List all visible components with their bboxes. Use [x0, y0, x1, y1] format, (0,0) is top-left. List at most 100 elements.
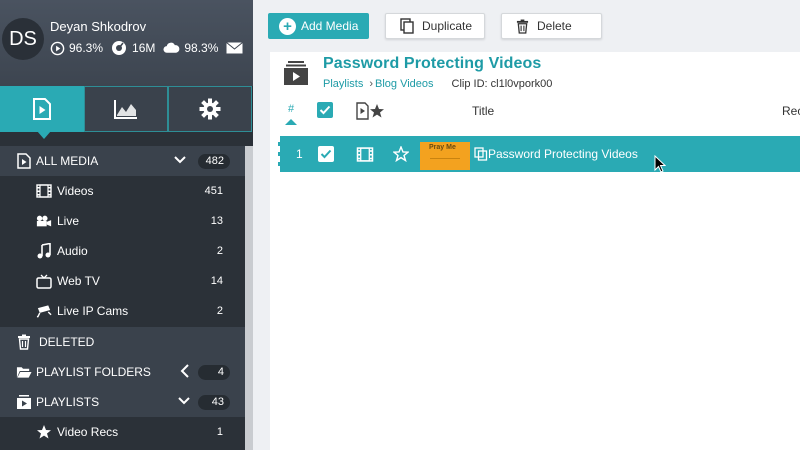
sidebar-scrollbar[interactable]: [245, 146, 253, 450]
menu-label: Live IP Cams: [57, 304, 129, 318]
count-label: 2: [216, 245, 223, 257]
tab-media[interactable]: [0, 86, 84, 139]
menu-videos[interactable]: Videos 451: [0, 176, 245, 206]
add-media-button[interactable]: + Add Media: [268, 13, 369, 39]
count-label: 13: [210, 215, 223, 227]
count-label: 1: [216, 426, 223, 438]
messages-button[interactable]: [226, 42, 247, 54]
delete-button[interactable]: Delete: [501, 13, 602, 39]
select-all-checkbox[interactable]: [317, 102, 333, 121]
tv-icon: [36, 273, 52, 289]
checkbox-checked-icon: [317, 102, 333, 118]
trash-icon: [516, 19, 529, 34]
music-note-icon: [36, 243, 52, 259]
video-thumbnail[interactable]: Pray Me: [420, 142, 470, 170]
scrollbar-thumb[interactable]: [245, 146, 253, 450]
menu-label: PLAYLISTS: [36, 395, 100, 409]
storage-stat: 98.3%: [163, 41, 218, 55]
star-icon: [36, 424, 52, 440]
copy-icon[interactable]: [474, 147, 488, 164]
menu-playlists[interactable]: PLAYLISTS 43: [0, 387, 245, 417]
thumbnail-line: [430, 158, 460, 159]
duplicate-label: Duplicate: [422, 19, 473, 33]
breadcrumb: Playlists › Blog Videos Clip ID: cl1l0vp…: [323, 78, 552, 90]
duplicate-button[interactable]: Duplicate: [385, 13, 485, 39]
plays-value: 96.3%: [69, 41, 104, 55]
menu-label: Live: [57, 214, 80, 228]
usage-stats: 96.3% 16M 98.3%: [50, 40, 255, 56]
count-label: 2: [216, 305, 223, 317]
menu-audio[interactable]: Audio 2: [0, 236, 245, 266]
menu-video-recs[interactable]: Video Recs 1: [0, 417, 245, 447]
row-title[interactable]: Password Protecting Videos: [488, 147, 638, 161]
rec-column-header[interactable]: Rec: [782, 104, 800, 118]
trash-icon: [16, 334, 32, 350]
film-strip-icon: [356, 147, 374, 165]
checkbox-checked-icon: [318, 146, 334, 162]
row-number: 1: [296, 147, 303, 161]
tab-analytics[interactable]: [84, 86, 168, 132]
film-strip-icon: [36, 183, 52, 199]
menu-all-media[interactable]: ALL MEDIA 482: [0, 146, 245, 176]
tab-settings[interactable]: [168, 86, 252, 132]
menu-playlist-folders[interactable]: PLAYLIST FOLDERS 4: [0, 357, 245, 387]
favorite-star-icon[interactable]: [392, 145, 410, 165]
media-file-icon: [33, 98, 51, 120]
count-label: 451: [204, 185, 223, 197]
delete-label: Delete: [537, 19, 572, 33]
menu-label: DELETED: [39, 335, 95, 349]
user-name: Deyan Shkodrov: [50, 19, 147, 34]
chevron-down-icon[interactable]: [178, 395, 190, 409]
storage-value: 98.3%: [184, 41, 219, 55]
table-row[interactable]: 1 Pray Me Password Protecting Videos: [278, 136, 800, 172]
sidebar: DS Deyan Shkodrov 96.3% 16M 98.3% ALL ME…: [0, 0, 253, 450]
add-media-label: Add Media: [301, 19, 359, 33]
media-type-column[interactable]: [356, 102, 384, 123]
table-header: # Title Rec: [278, 98, 800, 126]
playlist-title: Password Protecting Videos: [323, 55, 542, 72]
sidebar-tabs: [0, 86, 253, 139]
menu-label: Video Recs: [57, 425, 119, 439]
sort-number-column[interactable]: #: [284, 103, 298, 125]
playlist-icon: [16, 394, 32, 410]
title-column-header[interactable]: Title: [472, 104, 494, 118]
menu-live-ip-cams[interactable]: Live IP Cams 2: [0, 296, 245, 326]
security-camera-icon: [36, 303, 52, 319]
avatar[interactable]: DS: [2, 18, 44, 60]
bandwidth-stat: 16M: [111, 40, 155, 56]
menu-label: PLAYLIST FOLDERS: [36, 365, 151, 379]
breadcrumb-separator-icon: ›: [369, 78, 374, 90]
bandwidth-gauge-icon: [112, 41, 127, 55]
media-star-icon: [356, 102, 384, 120]
folder-open-icon: [16, 364, 32, 380]
copy-icon: [400, 18, 414, 34]
menu-live[interactable]: Live 13: [0, 206, 245, 236]
count-badge: 482: [198, 154, 230, 169]
menu-label: Videos: [57, 184, 94, 198]
count-label: 14: [210, 275, 223, 287]
breadcrumb-playlists[interactable]: Playlists: [323, 78, 363, 90]
plays-stat: 96.3%: [50, 41, 103, 56]
bandwidth-value: 16M: [132, 41, 156, 55]
count-badge: 43: [198, 395, 230, 410]
menu-deleted[interactable]: DELETED: [0, 327, 245, 357]
count-badge: 4: [198, 365, 230, 380]
clip-id: Clip ID: cl1l0vpork00: [451, 78, 553, 90]
cloud-icon: [163, 42, 180, 53]
row-checkbox[interactable]: [318, 146, 334, 165]
play-circle-icon: [50, 41, 65, 55]
thumbnail-text: Pray Me: [429, 144, 456, 151]
menu-label: ALL MEDIA: [36, 154, 99, 168]
playlist-panel: Password Protecting Videos Playlists › B…: [270, 52, 800, 450]
chevron-left-icon[interactable]: [180, 364, 190, 381]
plus-icon: +: [279, 17, 296, 35]
menu-web-tv[interactable]: Web TV 14: [0, 266, 245, 296]
chevron-down-icon[interactable]: [174, 154, 186, 168]
playlist-icon: [283, 60, 309, 91]
video-camera-icon: [36, 213, 52, 229]
menu-label: Audio: [57, 244, 88, 258]
breadcrumb-blog-videos[interactable]: Blog Videos: [375, 78, 434, 90]
analytics-chart-icon: [114, 100, 137, 119]
mouse-cursor-icon: [654, 154, 667, 178]
user-panel: DS Deyan Shkodrov 96.3% 16M 98.3%: [0, 0, 253, 86]
